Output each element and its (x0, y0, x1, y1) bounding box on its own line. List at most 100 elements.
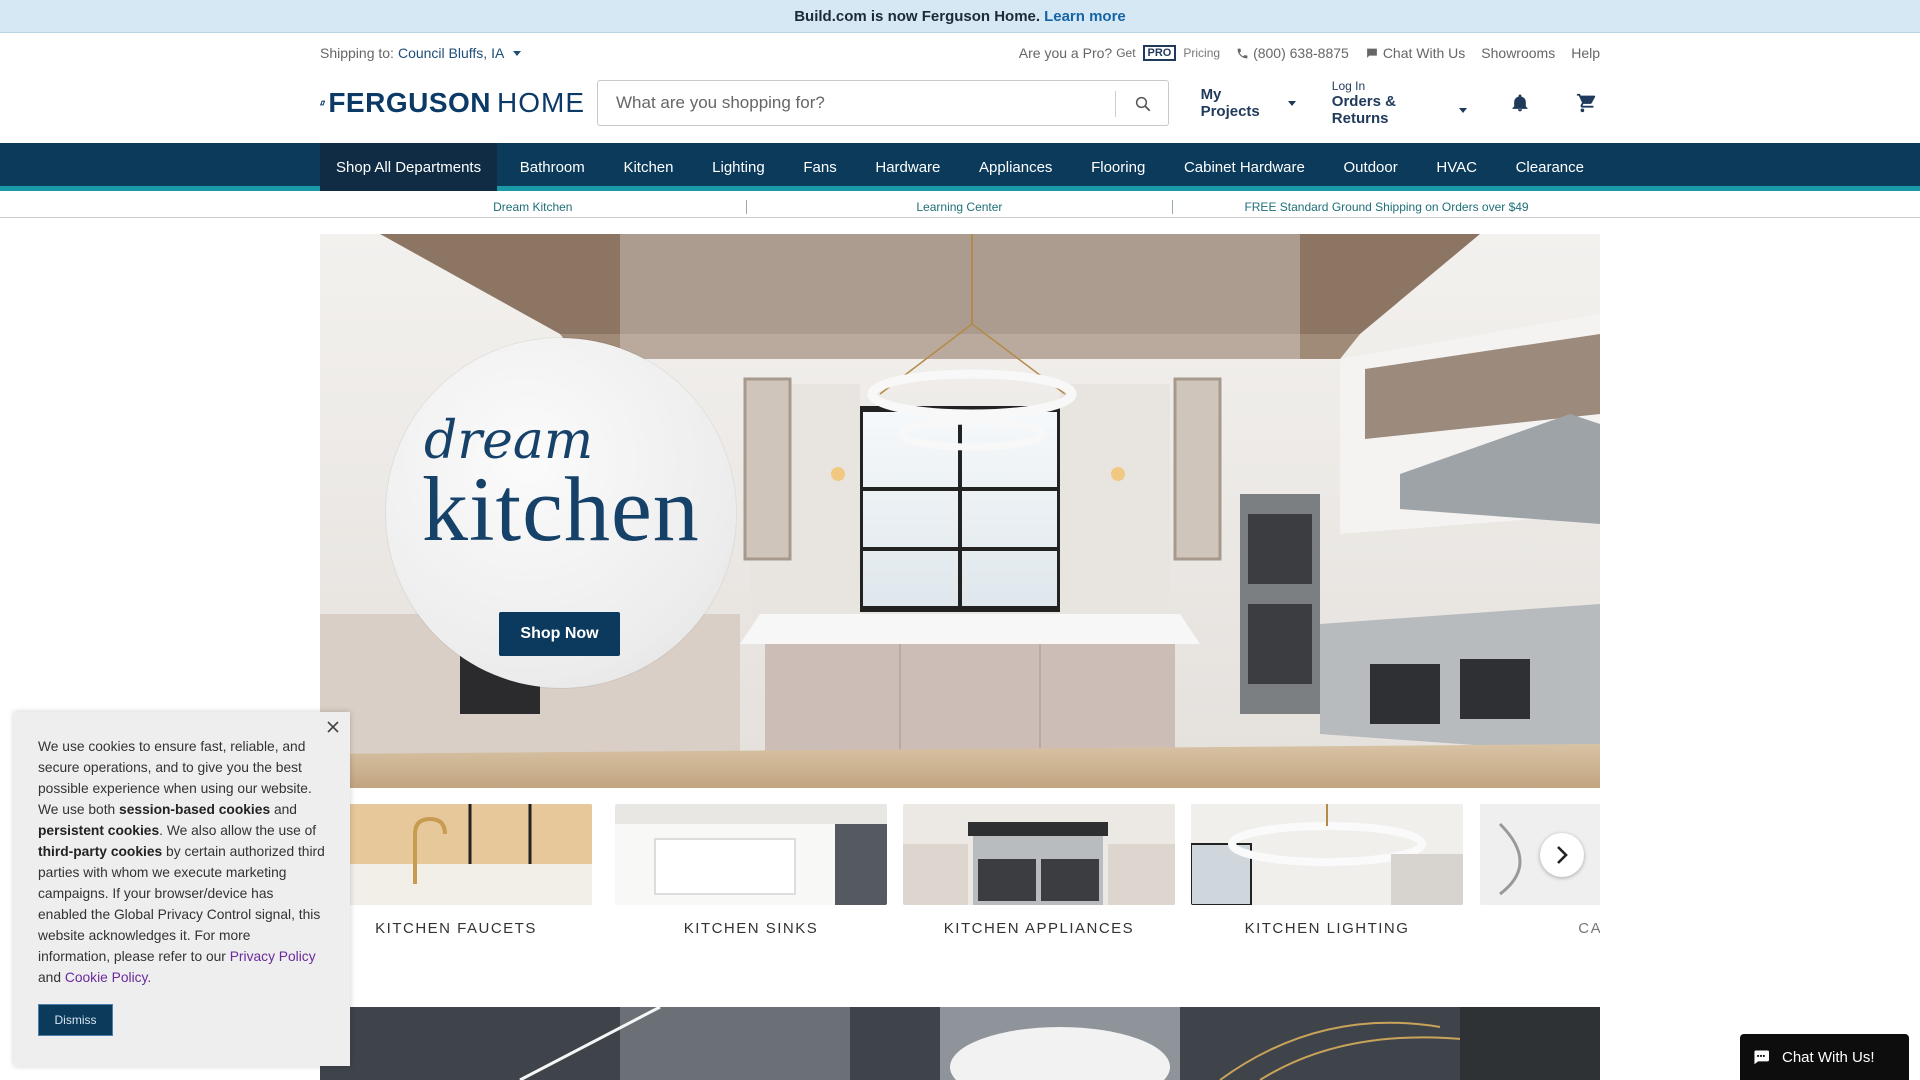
cart-icon (1577, 93, 1596, 113)
nav-hvac[interactable]: HVAC (1420, 143, 1493, 191)
cookie-text-4: by certain authorized third parties with… (38, 844, 325, 964)
chevron-down-icon (1287, 100, 1296, 106)
chevron-down-icon (513, 50, 522, 56)
nav-clearance[interactable]: Clearance (1500, 143, 1600, 191)
search-box (597, 80, 1169, 126)
category-cabinet[interactable]: CABINET (1480, 804, 1600, 934)
chevron-down-icon (1459, 107, 1468, 113)
cookie-bold-third-party: third-party cookies (38, 844, 163, 859)
nav-bathroom[interactable]: Bathroom (504, 143, 601, 191)
dismiss-button[interactable]: Dismiss (38, 1004, 113, 1036)
chat-link[interactable]: Chat With Us (1365, 45, 1465, 61)
nav-fans[interactable]: Fans (787, 143, 852, 191)
showrooms-link[interactable]: Showrooms (1481, 45, 1555, 61)
logo-slash-icon (320, 100, 326, 106)
category-label: KITCHEN SINKS (683, 920, 819, 934)
pro-pricing-link[interactable]: Are you a Pro? Get PRO Pricing (1019, 45, 1220, 61)
category-label: KITCHEN LIGHTING (1244, 920, 1410, 934)
cookie-bold-persistent: persistent cookies (38, 823, 160, 838)
carousel-next-button[interactable] (1540, 833, 1584, 877)
search-input[interactable] (614, 92, 1114, 114)
main-nav-inner: Shop All Departments Bathroom Kitchen Li… (320, 143, 1600, 191)
cookie-consent-banner: We use cookies to ensure fast, reliable,… (14, 712, 350, 1066)
cookie-text-2: and (270, 802, 297, 817)
nav-kitchen[interactable]: Kitchen (607, 143, 689, 191)
chat-label: Chat With Us (1382, 45, 1466, 61)
phone-link[interactable]: (800) 638-8875 (1236, 45, 1349, 61)
ferguson-home-logo[interactable]: FERGUSON HOME (320, 87, 585, 119)
cookie-bold-session: session-based cookies (119, 802, 271, 817)
chat-widget-button[interactable]: Chat With Us! (1740, 1034, 1909, 1080)
utility-links: Are you a Pro? Get PRO Pricing (800) 638… (1019, 45, 1600, 61)
chat-bubble-icon (1754, 1050, 1769, 1065)
account-menu[interactable]: Log In Orders & Returns (1331, 79, 1468, 127)
cookie-and: and (38, 970, 65, 985)
nav-appliances[interactable]: Appliances (963, 143, 1068, 191)
pro-get: Get (1116, 46, 1136, 60)
shipping-selector[interactable]: Shipping to: Council Bluffs, IA (320, 45, 522, 61)
shipping-label: Shipping to: (320, 45, 394, 61)
kitchen-appliances-image (903, 804, 1175, 905)
search-divider (1114, 91, 1116, 117)
chat-widget-label: Chat With Us! (1782, 1048, 1875, 1066)
shipping-location[interactable]: Council Bluffs, IA (398, 45, 504, 61)
hero-banner[interactable]: dream kitchen Shop Now (320, 234, 1600, 788)
cookie-policy-link[interactable]: Cookie Policy. (65, 970, 151, 985)
main-nav: Shop All Departments Bathroom Kitchen Li… (0, 143, 1920, 191)
close-icon[interactable] (326, 720, 340, 734)
pro-pricing: Pricing (1183, 46, 1221, 60)
pro-badge: PRO (1142, 45, 1177, 61)
promo-subnav-inner: Dream Kitchen Learning Center FREE Stand… (320, 199, 1600, 214)
chevron-right-icon (1557, 846, 1568, 864)
phone-number: (800) 638-8875 (1253, 45, 1349, 61)
category-label: KITCHEN FAUCETS (375, 920, 537, 934)
announcement-text: Build.com is now Ferguson Home. (794, 7, 1041, 25)
utility-row: Shipping to: Council Bluffs, IA Are you … (320, 33, 1600, 73)
hero-title-line2: kitchen (422, 458, 700, 560)
nav-cabinet-hardware[interactable]: Cabinet Hardware (1168, 143, 1321, 191)
nav-outdoor[interactable]: Outdoor (1328, 143, 1414, 191)
category-kitchen-faucets[interactable]: KITCHEN FAUCETS (320, 804, 592, 934)
chat-bubble-icon (1366, 48, 1377, 58)
orders-returns-label: Orders & Returns (1331, 93, 1396, 127)
orders-returns-wrap: Orders & Returns (1331, 93, 1468, 127)
category-carousel: KITCHEN FAUCETS KITCHEN SINKS KITCHEN AP… (320, 804, 1600, 934)
notifications-button[interactable] (1507, 90, 1532, 116)
site-header: FERGUSON HOME My Projects Log In Orders … (320, 78, 1600, 128)
bell-icon (1512, 94, 1528, 112)
nav-shop-all-departments[interactable]: Shop All Departments (320, 143, 498, 191)
my-projects-label: My Projects (1200, 86, 1260, 120)
shop-now-button[interactable]: Shop Now (499, 612, 620, 656)
cookie-message: We use cookies to ensure fast, reliable,… (38, 736, 326, 988)
phone-icon (1237, 48, 1248, 58)
nav-lighting[interactable]: Lighting (696, 143, 781, 191)
category-kitchen-lighting[interactable]: KITCHEN LIGHTING (1190, 804, 1463, 934)
logo-home: HOME (497, 87, 585, 118)
category-label: CABINET (1578, 920, 1600, 934)
nav-hardware[interactable]: Hardware (859, 143, 956, 191)
category-kitchen-sinks[interactable]: KITCHEN SINKS (615, 804, 887, 934)
login-label: Log In (1331, 79, 1366, 93)
learn-more-link[interactable]: Learn more (1044, 8, 1126, 25)
cookie-text-3: . We also allow the use of (159, 823, 317, 838)
category-kitchen-appliances[interactable]: KITCHEN APPLIANCES (903, 804, 1175, 934)
privacy-policy-link[interactable]: Privacy Policy (230, 949, 316, 964)
logo-brand: FERGUSON (328, 87, 491, 118)
category-label: KITCHEN APPLIANCES (943, 920, 1135, 934)
promo-subnav: Dream Kitchen Learning Center FREE Stand… (0, 196, 1920, 218)
nav-flooring[interactable]: Flooring (1075, 143, 1161, 191)
subnav-free-shipping[interactable]: FREE Standard Ground Shipping on Orders … (1173, 200, 1600, 214)
bathroom-banner-image (320, 1007, 1600, 1080)
my-projects-menu[interactable]: My Projects (1201, 86, 1296, 120)
search-icon[interactable] (1134, 95, 1152, 113)
kitchen-lighting-image (1190, 804, 1463, 906)
help-link[interactable]: Help (1571, 45, 1600, 61)
announcement-bar: Build.com is now Ferguson Home. Learn mo… (0, 0, 1920, 33)
subnav-learning-center[interactable]: Learning Center (747, 199, 1174, 214)
kitchen-faucets-image (320, 804, 592, 905)
kitchen-sinks-image (615, 804, 887, 905)
pro-question: Are you a Pro? (1018, 45, 1113, 61)
secondary-banner[interactable] (320, 1007, 1600, 1080)
cart-button[interactable] (1575, 90, 1600, 116)
subnav-dream-kitchen[interactable]: Dream Kitchen (320, 199, 747, 214)
